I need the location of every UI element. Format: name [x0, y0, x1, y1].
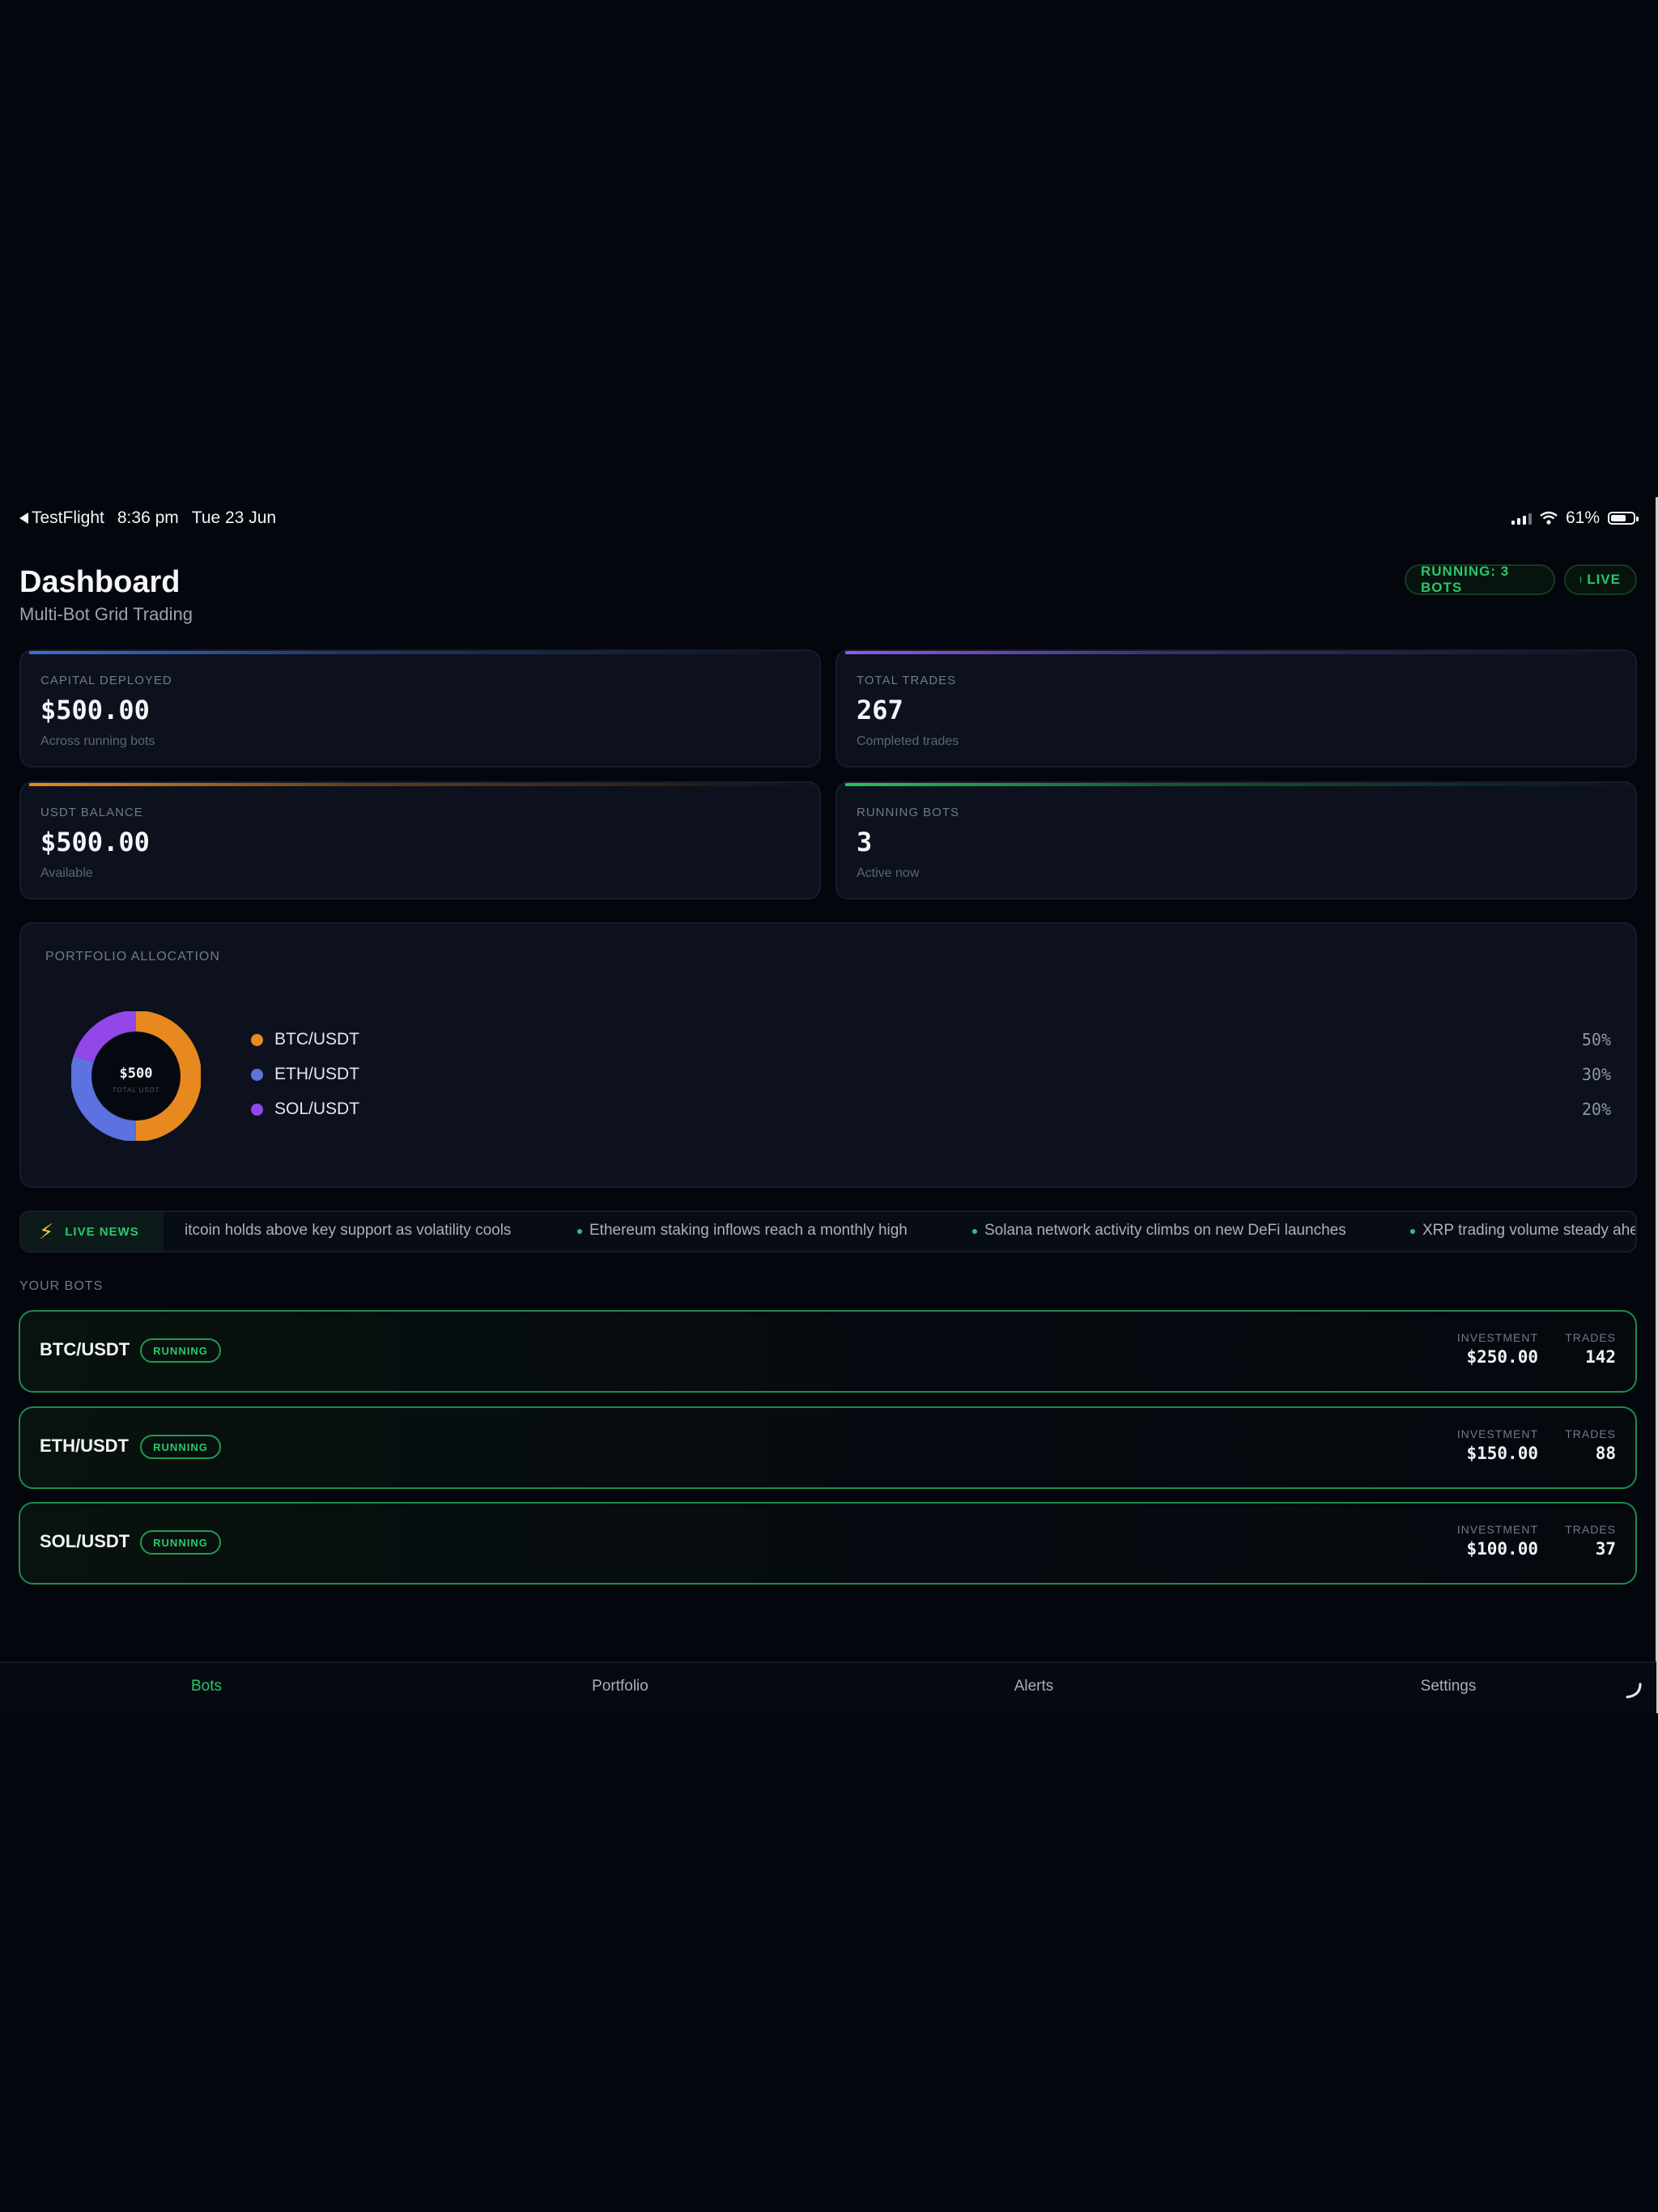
donut-center-label: TOTAL USDT	[113, 1087, 160, 1094]
stat-value: $500.00	[40, 827, 150, 857]
back-app-label: TestFlight	[32, 508, 104, 527]
card-accent-bar	[29, 783, 819, 786]
investment-label: INVESTMENT	[1456, 1331, 1538, 1344]
stat-card-usdt-balance: USDT BALANCE $500.00 Available	[19, 781, 821, 900]
legend-label: ETH/USDT	[274, 1065, 359, 1083]
bottom-tab-bar: Bots Portfolio Alerts Settings	[0, 1661, 1656, 1713]
stat-value: 3	[857, 827, 873, 857]
status-time: 8:36 pm	[117, 508, 179, 527]
stat-label: TOTAL TRADES	[857, 674, 957, 687]
news-item[interactable]: itcoin holds above key support as volati…	[185, 1222, 511, 1240]
news-bullet-icon	[972, 1229, 977, 1234]
stat-subtext: Available	[40, 866, 93, 880]
live-news-ticker: ⚡ LIVE NEWS itcoin holds above key suppo…	[19, 1210, 1637, 1253]
tab-settings[interactable]: Settings	[1327, 1678, 1570, 1695]
legend-item-btc: BTC/USDT	[251, 1027, 359, 1052]
card-accent-bar	[845, 783, 1635, 786]
bot-status-badge: RUNNING	[140, 1530, 221, 1555]
investment-value: $150.00	[1466, 1444, 1538, 1463]
tab-alerts[interactable]: Alerts	[912, 1678, 1155, 1695]
investment-label: INVESTMENT	[1456, 1427, 1538, 1440]
stat-card-total-trades: TOTAL TRADES 267 Completed trades	[835, 649, 1637, 768]
news-bullet-icon	[1410, 1229, 1415, 1234]
bot-status-badge: RUNNING	[140, 1435, 221, 1459]
news-ticker-track: itcoin holds above key support as volati…	[164, 1212, 1635, 1251]
battery-percent: 61%	[1565, 508, 1600, 527]
bot-pair: BTC/USDT	[40, 1339, 130, 1359]
news-item[interactable]: Ethereum staking inflows reach a monthly…	[589, 1222, 908, 1240]
live-badge-label: LIVE	[1587, 572, 1621, 587]
legend-item-eth: ETH/USDT	[251, 1062, 359, 1087]
investment-label: INVESTMENT	[1456, 1523, 1538, 1536]
bot-card-btc[interactable]: BTC/USDT RUNNING INVESTMENT $250.00 TRAD…	[19, 1310, 1637, 1393]
stat-value: 267	[857, 695, 903, 725]
legend-percent-btc: 50%	[1581, 1030, 1611, 1049]
status-date: Tue 23 Jun	[191, 508, 277, 527]
stat-label: CAPITAL DEPLOYED	[40, 674, 172, 687]
back-to-app-link[interactable]: TestFlight	[19, 508, 104, 528]
lightning-icon: ⚡	[39, 1219, 54, 1244]
portfolio-allocation-panel: PORTFOLIO ALLOCATION $500 TOTAL USDT BTC…	[19, 922, 1637, 1188]
loading-spinner-icon	[1626, 1682, 1642, 1699]
stat-label: USDT BALANCE	[40, 806, 143, 819]
news-item[interactable]: XRP trading volume steady ahead	[1422, 1222, 1635, 1240]
tab-portfolio[interactable]: Portfolio	[499, 1678, 742, 1695]
live-badge: LIVE	[1564, 564, 1637, 595]
trades-value: 37	[1595, 1539, 1616, 1559]
legend-label: SOL/USDT	[274, 1100, 360, 1118]
stat-subtext: Across running bots	[40, 734, 155, 748]
legend-item-sol: SOL/USDT	[251, 1097, 359, 1121]
trades-value: 88	[1595, 1444, 1616, 1463]
stat-card-capital-deployed: CAPITAL DEPLOYED $500.00 Across running …	[19, 649, 821, 768]
live-news-label: LIVE NEWS	[65, 1224, 139, 1239]
bot-status-badge: RUNNING	[140, 1338, 221, 1363]
trades-label: TRADES	[1565, 1427, 1616, 1440]
stat-label: RUNNING BOTS	[857, 806, 960, 819]
stat-value: $500.00	[40, 695, 150, 725]
signal-icon	[1511, 512, 1532, 525]
bot-pair: ETH/USDT	[40, 1436, 129, 1456]
card-accent-bar	[29, 651, 819, 654]
legend-percent-sol: 20%	[1581, 1100, 1611, 1119]
trades-label: TRADES	[1565, 1331, 1616, 1344]
bot-card-eth[interactable]: ETH/USDT RUNNING INVESTMENT $150.00 TRAD…	[19, 1406, 1637, 1489]
wifi-icon	[1540, 511, 1558, 525]
card-accent-bar	[845, 651, 1635, 654]
running-bots-badge: RUNNING: 3 BOTS	[1405, 564, 1555, 595]
live-news-tag: ⚡ LIVE NEWS	[21, 1212, 164, 1251]
legend-swatch	[251, 1033, 263, 1046]
trades-label: TRADES	[1565, 1523, 1616, 1536]
legend-label: BTC/USDT	[274, 1030, 359, 1049]
page-title: Dashboard	[19, 565, 181, 599]
page-subtitle: Multi-Bot Grid Trading	[19, 604, 193, 624]
donut-center-value: $500	[120, 1066, 153, 1082]
investment-value: $250.00	[1466, 1347, 1538, 1367]
legend-percent-eth: 30%	[1581, 1065, 1611, 1084]
stat-subtext: Completed trades	[857, 734, 959, 748]
panel-label: PORTFOLIO ALLOCATION	[45, 950, 220, 963]
tab-bots[interactable]: Bots	[85, 1678, 328, 1695]
news-bullet-icon	[577, 1229, 582, 1234]
investment-value: $100.00	[1466, 1539, 1538, 1559]
trades-value: 142	[1585, 1347, 1616, 1367]
bot-card-sol[interactable]: SOL/USDT RUNNING INVESTMENT $100.00 TRAD…	[19, 1502, 1637, 1585]
allocation-donut-chart: $500 TOTAL USDT	[71, 1011, 201, 1141]
status-bar-right: 61%	[1511, 506, 1639, 530]
stat-card-running-bots: RUNNING BOTS 3 Active now	[835, 781, 1637, 900]
bot-pair: SOL/USDT	[40, 1531, 130, 1551]
news-item[interactable]: Solana network activity climbs on new De…	[984, 1222, 1346, 1240]
your-bots-heading: YOUR BOTS	[19, 1279, 104, 1293]
battery-icon	[1608, 512, 1639, 525]
stat-subtext: Active now	[857, 866, 920, 880]
status-bar-left: TestFlight 8:36 pm Tue 23 Jun	[19, 506, 276, 530]
back-arrow-icon	[19, 513, 28, 525]
legend-swatch	[251, 1103, 263, 1116]
legend-swatch	[251, 1068, 263, 1081]
